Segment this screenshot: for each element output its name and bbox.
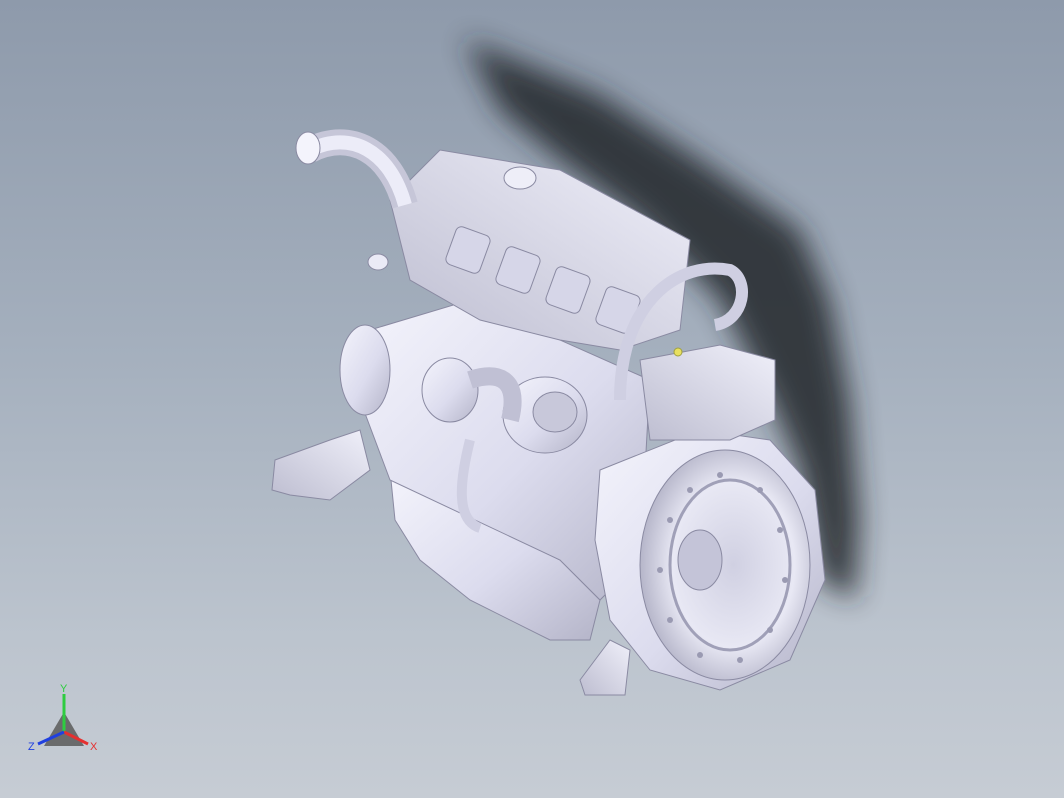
oil-filler-cap: [503, 166, 537, 190]
front-mount-bracket: [271, 429, 371, 501]
breather-fitting: [367, 253, 389, 271]
flywheel: [639, 449, 811, 681]
x-axis-label: X: [90, 741, 98, 753]
starter-motor: [639, 344, 776, 441]
crank-pulley: [339, 324, 391, 416]
intake-opening: [295, 131, 321, 165]
3d-viewport[interactable]: Y X Z: [0, 0, 1064, 798]
z-axis-label: Z: [28, 741, 35, 753]
orientation-triad[interactable]: Y X Z: [22, 680, 112, 770]
engine-model-view[interactable]: [0, 0, 1064, 798]
dipstick-marker: [673, 347, 683, 357]
rear-mount-bracket: [579, 639, 631, 696]
y-axis-label: Y: [60, 683, 68, 695]
